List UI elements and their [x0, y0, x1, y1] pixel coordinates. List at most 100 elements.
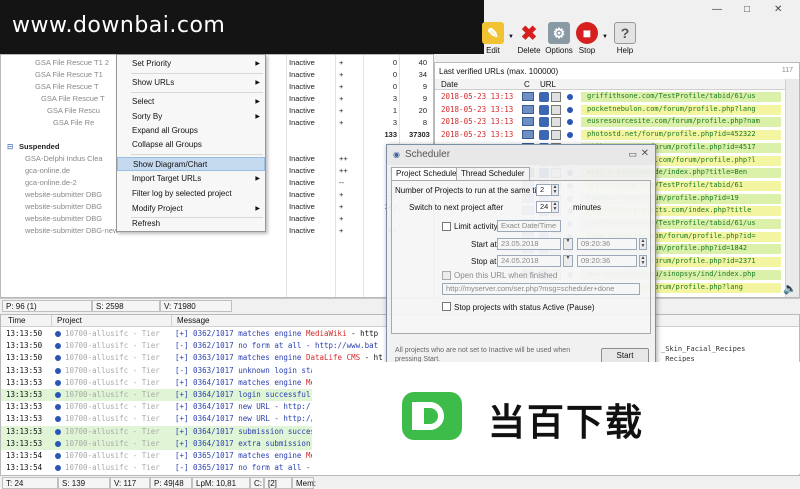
watermark-banner: www.downbai.com [0, 0, 484, 54]
scheduler-minimize-button[interactable]: ▭ [628, 149, 637, 160]
log-message: [+] 0364/1017 extra submission [175, 438, 311, 448]
stop-date-input[interactable]: 24.05.2018 [497, 255, 561, 267]
log-project: 10700-allusifc - Tier [65, 353, 160, 363]
edit-button[interactable]: ✎ Edit [478, 22, 508, 55]
url-row[interactable]: 2018-05-23 13:13 eusresourcesite.com/foru… [435, 116, 785, 128]
stop-time-input[interactable]: 09:20:36 [577, 255, 637, 267]
menu-item-filter-log[interactable]: Filter log by selected project [117, 187, 265, 201]
options-button[interactable]: ⚙ Options [542, 22, 576, 55]
scheduler-titlebar[interactable]: Scheduler [387, 145, 655, 165]
menu-item-import-target-urls[interactable]: Import Target URLs ▶ [117, 172, 265, 186]
limit-activity-label: Limit activity [454, 222, 498, 231]
open-url-label: Open this URL when finished [454, 271, 558, 280]
start-date-dropdown[interactable]: ▼ [563, 238, 573, 250]
col-date[interactable]: Date [441, 80, 458, 89]
url-text: photostd.net/forum/profile.php?id=452322 [581, 130, 781, 141]
url-row[interactable]: 2018-05-23 13:13 photostd.net/forum/profi… [435, 129, 785, 141]
col-message[interactable]: Message [177, 316, 209, 325]
col-time[interactable]: Time [8, 316, 25, 325]
menu-item-show-urls[interactable]: Show URLs ▶ [117, 76, 265, 90]
scheduler-close-button[interactable]: ✕ [641, 148, 649, 159]
log-message: [+] 0364/1017 submission succes [175, 426, 315, 436]
menu-item-expand-all[interactable]: Expand all Groups [117, 124, 265, 138]
project-dot-icon [55, 453, 61, 459]
log-time: 13:13:53 [6, 426, 43, 436]
menu-item-collapse-all[interactable]: Collapse all Groups [117, 138, 265, 152]
start-date-input[interactable]: 23.05.2018 [497, 238, 561, 250]
maximize-button[interactable]: □ [744, 4, 750, 15]
status-icon [551, 130, 561, 141]
project-dot-icon [55, 331, 61, 337]
status-verified-bottom: V: 117 [110, 477, 150, 489]
log-time: 13:13:53 [6, 414, 43, 424]
stop-active-checkbox[interactable] [442, 302, 451, 311]
status-icon [551, 104, 561, 115]
stop-date-dropdown[interactable]: ▼ [563, 255, 573, 267]
open-url-input[interactable]: http://myserver.com/ser.php?msg=schedule… [442, 283, 640, 295]
delete-button[interactable]: ✖ Delete [514, 22, 544, 56]
tab-project-scheduler[interactable]: Project Scheduler [391, 167, 465, 180]
num-projects-input[interactable]: 2 [536, 184, 552, 196]
help-button[interactable]: ? Help [610, 22, 640, 55]
scheduler-dialog: Scheduler ◉ ▭ ✕ Project Scheduler Thread… [386, 144, 656, 370]
stop-at-label: Stop at [471, 257, 497, 266]
globe-icon [522, 104, 534, 114]
url-text: griffithsone.com/TestProfile/tabid/61/us [581, 92, 781, 102]
col-c[interactable]: C [524, 80, 530, 89]
status-threads: T: 24 [2, 477, 58, 489]
project-dot-icon [55, 440, 61, 447]
stop-time-spinner[interactable]: ▲ ▼ [639, 255, 647, 267]
project-dot-icon [55, 379, 61, 386]
col-project[interactable]: Project [57, 316, 82, 325]
limit-activity-checkbox[interactable] [442, 222, 451, 231]
col-url[interactable]: URL [540, 80, 556, 89]
start-at-label: Start at [471, 240, 497, 249]
urls-scrollbar[interactable] [785, 79, 799, 297]
menu-item-set-priority[interactable]: Set Priority ▶ [117, 57, 265, 71]
tab-thread-scheduler[interactable]: Thread Scheduler [456, 167, 530, 180]
stop-dropdown-arrow[interactable]: ▼ [602, 34, 608, 40]
log-time: 13:13:50 [6, 329, 43, 338]
scheduler-app-icon: ◉ [393, 150, 400, 159]
globe-icon [522, 92, 534, 101]
start-time-spinner[interactable]: ▲ ▼ [639, 238, 647, 250]
log-time: 13:13:53 [6, 402, 43, 412]
project-dot-icon [55, 367, 61, 374]
switch-project-spinner[interactable]: ▲ ▼ [551, 201, 559, 213]
stop-button[interactable]: ■ Stop [572, 22, 602, 55]
start-time-input[interactable]: 09:20:36 [577, 238, 637, 250]
url-row[interactable]: 2018-05-23 13:13 griffithsone.com/TestPro… [435, 91, 785, 103]
open-url-checkbox[interactable] [442, 271, 451, 280]
project-dot-icon [55, 343, 61, 350]
log-message: [-] 0363/1017 unknown login sta [175, 365, 315, 375]
project-dot-icon [55, 465, 61, 472]
options-icon: ⚙ [548, 22, 570, 44]
stop-active-label: Stop projects with status Active (Pause) [454, 303, 595, 312]
url-text: pocketnebulon.com/forum/profile.php?lang [581, 104, 781, 115]
exact-date-select[interactable]: Exact Date/Time [497, 220, 561, 232]
verified-dot-icon [567, 106, 573, 113]
switch-unit-label: minutes [573, 203, 602, 212]
log-message: [+] 0364/1017 new URL - http:// [175, 414, 315, 424]
log-project: 10700-allusifc - Tier [65, 390, 160, 399]
log-message: [-] 0365/1017 no form at all - [175, 463, 311, 473]
menu-item-show-diagram[interactable]: Show Diagram/Chart [117, 157, 265, 171]
menu-item-sort-by[interactable]: Sorty By ▶ [117, 110, 265, 124]
url-row[interactable]: 2018-05-23 13:13 pocketnebulon.com/forum/… [435, 104, 785, 116]
status-lpm: LpM: 10,81 [192, 477, 250, 489]
close-window-button[interactable]: ✕ [774, 4, 782, 15]
url-text: eusresourcesite.com/forum/profile.php?na… [581, 117, 781, 128]
minimize-button[interactable]: — [712, 4, 722, 15]
logo-text: 当百下载 [488, 401, 644, 444]
num-projects-spinner[interactable]: ▲ ▼ [551, 184, 559, 196]
log-time: 13:13:53 [6, 365, 43, 375]
switch-project-input[interactable]: 24 [536, 201, 552, 213]
menu-item-modify-project[interactable]: Modify Project ▶ [117, 202, 265, 216]
engine-icon [539, 92, 549, 102]
menu-item-select[interactable]: Select ▶ [117, 95, 265, 109]
switch-project-label: Switch to next project after [409, 203, 504, 212]
menu-item-refresh[interactable]: Refresh [117, 217, 265, 231]
speaker-icon[interactable]: 🔈 [783, 282, 797, 295]
globe-icon [522, 130, 534, 140]
status-verified: V: 71980 [160, 300, 232, 312]
